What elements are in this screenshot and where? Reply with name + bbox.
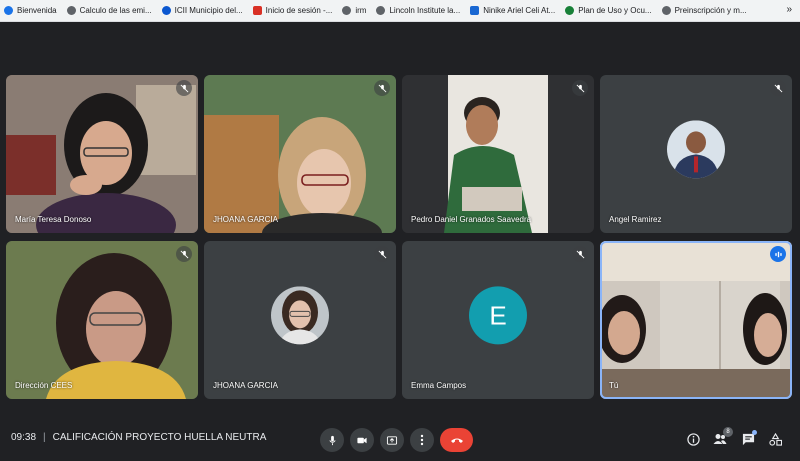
bookmark-preinscripcion[interactable]: Preinscripción y m... [661,6,747,15]
globe-icon [661,6,671,15]
microphone-button[interactable] [320,428,344,452]
bookmark-ninike[interactable]: Ninike Ariel Celi At... [470,6,555,15]
activities-button[interactable] [766,430,784,448]
participant-tile[interactable]: María Teresa Donoso [6,75,198,233]
bookmark-lincoln[interactable]: Lincoln Institute la... [376,6,460,15]
bookmark-inicio-sesion[interactable]: Inicio de sesión -... [252,6,332,15]
mic-off-icon [176,246,192,262]
participant-tile[interactable]: E Emma Campos [402,241,594,399]
avatar [271,286,329,345]
bookmark-favicon-icon [4,6,13,15]
more-vertical-icon [420,434,424,446]
participant-name: Pedro Daniel Granados Saavedra [411,215,532,224]
participant-video [6,241,198,399]
globe-icon [66,6,76,15]
camera-button[interactable] [350,428,374,452]
mic-off-icon [572,80,588,96]
participant-tile[interactable]: Angel Ramirez [600,75,792,233]
participant-tile[interactable]: Pedro Daniel Granados Saavedra [402,75,594,233]
leave-call-button[interactable] [440,428,473,452]
bookmark-irm[interactable]: irm [342,6,366,15]
bookmark-favicon-icon [470,6,480,15]
participant-video [204,75,396,233]
bookmark-favicon-icon [565,6,575,15]
microphone-icon [328,435,336,445]
mic-off-icon [374,246,390,262]
hangup-icon [450,438,463,443]
unread-indicator [752,430,757,435]
participant-tile[interactable]: Dirección CEES [6,241,198,399]
bookmark-calculo[interactable]: Calculo de las emi... [66,6,152,15]
meeting-stage: María Teresa Donoso JHOANA GARCIA Pedro … [0,22,800,422]
bookmarks-overflow-button[interactable]: » [786,4,792,15]
participant-name: María Teresa Donoso [15,215,92,224]
chat-button[interactable] [739,430,757,448]
separator: | [43,432,46,443]
bookmark-icii[interactable]: ICII Municipio del... [161,6,243,15]
bookmark-favicon-icon [252,6,262,15]
participant-name: Tú [609,381,619,390]
avatar-letter: E [489,299,507,330]
avatar: E [469,286,527,345]
participant-name: Dirección CEES [15,381,73,390]
meeting-details-button[interactable] [684,430,702,448]
participant-tile[interactable]: JHOANA GARCIA [204,75,396,233]
participant-tile[interactable]: JHOANA GARCIA [204,241,396,399]
participant-video [6,75,198,233]
activities-icon [768,432,782,446]
participant-name: Emma Campos [411,381,467,390]
mic-off-icon [770,80,786,96]
bookmark-bienvenida[interactable]: Bienvenida [4,6,57,15]
info-icon [686,432,700,446]
bookmarks-bar: Bienvenida Calculo de las emi... ICII Mu… [0,0,800,22]
participants-button[interactable]: 8 [711,427,733,448]
mic-off-icon [176,80,192,96]
participant-video [402,75,594,233]
mic-off-icon [374,80,390,96]
participant-video [600,241,792,399]
participant-name: JHOANA GARCIA [213,381,278,390]
bookmark-plan-uso[interactable]: Plan de Uso y Ocu... [565,6,652,15]
meeting-title: CALIFICACIÓN PROYECTO HUELLA NEUTRA [52,432,267,443]
avatar [667,120,725,179]
participants-count-badge: 8 [723,427,733,437]
meeting-time: 09:38 [11,432,37,443]
meeting-info: 09:38 | CALIFICACIÓN PROYECTO HUELLA NEUTR… [11,432,266,443]
participant-tile-self[interactable]: Tú [600,241,792,399]
speaking-indicator-icon [770,246,786,262]
participant-name: Angel Ramirez [609,215,662,224]
more-options-button[interactable] [410,428,434,452]
present-screen-button[interactable] [380,428,404,452]
globe-icon [342,6,352,15]
bookmark-favicon-icon [161,6,171,15]
bottom-control-bar: 09:38 | CALIFICACIÓN PROYECTO HUELLA NEUTR… [0,422,800,461]
globe-icon [376,6,386,15]
participant-name: JHOANA GARCIA [213,215,278,224]
mic-off-icon [572,246,588,262]
camera-icon [357,437,367,443]
present-screen-icon [386,435,398,445]
